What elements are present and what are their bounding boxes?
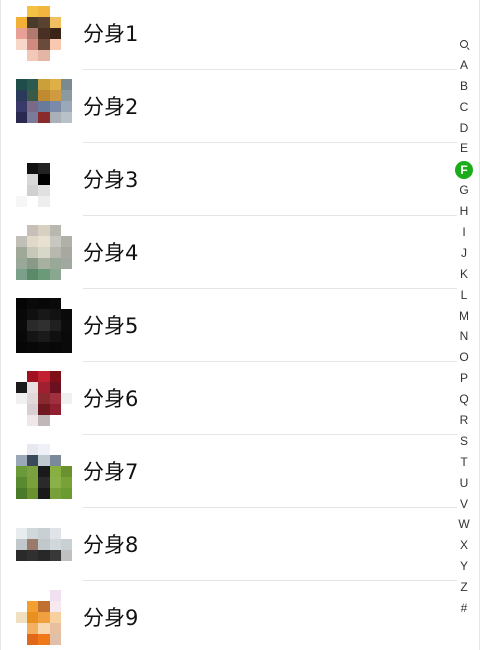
index-letter-u[interactable]: U xyxy=(453,473,475,494)
index-letter-d[interactable]: D xyxy=(453,118,475,139)
index-letter-label: D xyxy=(459,120,469,135)
index-letter-label: T xyxy=(460,454,468,469)
contact-row[interactable]: 分身6 xyxy=(1,362,457,435)
alphabet-index-bar[interactable]: A B C D E F G H I J K L M N O P Q R S T U V W X Y Z # xyxy=(453,34,475,619)
index-letter-label: M xyxy=(459,308,469,323)
index-letter-label: Z xyxy=(460,580,468,595)
contact-name: 分身3 xyxy=(83,167,139,192)
contact-row[interactable]: 分身2 xyxy=(1,70,457,143)
index-letter-label: N xyxy=(459,329,469,344)
avatar xyxy=(16,5,72,62)
index-letter-e[interactable]: E xyxy=(453,138,475,159)
index-letter-w[interactable]: W xyxy=(453,514,475,535)
contact-name: 分身2 xyxy=(83,94,139,119)
index-letter-label: J xyxy=(461,245,467,260)
index-letter-n[interactable]: N xyxy=(453,326,475,347)
avatar xyxy=(16,589,72,646)
contact-list: 分身1 分身2 分身3 分身4 分身5 分身6 分身7 分身8 分身9 xyxy=(1,0,457,650)
contact-row[interactable]: 分身4 xyxy=(1,216,457,289)
contact-row[interactable]: 分身9 xyxy=(1,581,457,650)
avatar xyxy=(16,516,72,573)
contact-row[interactable]: 分身5 xyxy=(1,289,457,362)
avatar xyxy=(16,297,72,354)
index-letter-q[interactable]: Q xyxy=(453,389,475,410)
contact-name: 分身9 xyxy=(83,605,139,630)
index-letter-label: W xyxy=(458,517,470,532)
index-letter-s[interactable]: S xyxy=(453,431,475,452)
index-letter-label: R xyxy=(459,413,469,428)
contact-name: 分身4 xyxy=(83,240,139,265)
contact-name: 分身7 xyxy=(83,459,139,484)
index-letter-t[interactable]: T xyxy=(453,452,475,473)
contact-name: 分身6 xyxy=(83,386,139,411)
index-letter-label: E xyxy=(459,141,468,156)
index-letter-l[interactable]: L xyxy=(453,285,475,306)
contact-row[interactable]: 分身1 xyxy=(1,0,457,70)
index-letter-label: K xyxy=(459,266,468,281)
index-letter-label: P xyxy=(459,371,468,386)
index-letter-hash[interactable]: # xyxy=(453,598,475,619)
index-search-icon[interactable] xyxy=(453,34,475,55)
index-letter-k[interactable]: K xyxy=(453,264,475,285)
index-letter-label: C xyxy=(459,99,469,114)
index-letter-label: X xyxy=(459,538,468,553)
index-letter-label: V xyxy=(459,496,468,511)
index-letter-label: # xyxy=(460,601,468,616)
search-icon xyxy=(459,40,469,49)
contact-name: 分身1 xyxy=(83,21,139,46)
index-letter-label: S xyxy=(459,433,468,448)
contact-row[interactable]: 分身8 xyxy=(1,508,457,581)
index-letter-label: G xyxy=(459,183,469,198)
contact-row[interactable]: 分身3 xyxy=(1,143,457,216)
index-letter-label: I xyxy=(462,225,466,240)
index-letter-m[interactable]: M xyxy=(453,306,475,327)
index-letter-y[interactable]: Y xyxy=(453,556,475,577)
index-letter-label: Q xyxy=(459,392,469,407)
index-letter-r[interactable]: R xyxy=(453,410,475,431)
avatar xyxy=(16,443,72,500)
index-letter-f[interactable]: F xyxy=(453,159,475,180)
index-letter-label: B xyxy=(459,78,468,93)
index-letter-z[interactable]: Z xyxy=(453,577,475,598)
index-letter-j[interactable]: J xyxy=(453,243,475,264)
index-letter-label: A xyxy=(459,57,468,72)
index-letter-label: Y xyxy=(459,559,468,574)
avatar xyxy=(16,78,72,135)
index-letter-p[interactable]: P xyxy=(453,368,475,389)
contact-name: 分身5 xyxy=(83,313,139,338)
index-letter-h[interactable]: H xyxy=(453,201,475,222)
contact-name: 分身8 xyxy=(83,532,139,557)
index-letter-label: U xyxy=(459,475,469,490)
index-letter-c[interactable]: C xyxy=(453,97,475,118)
avatar xyxy=(16,224,72,281)
contacts-screen: 分身1 分身2 分身3 分身4 分身5 分身6 分身7 分身8 分身9 ABCDEFGHIJKL… xyxy=(0,0,480,650)
index-letter-g[interactable]: G xyxy=(453,180,475,201)
index-letter-a[interactable]: A xyxy=(453,55,475,76)
index-letter-label: F xyxy=(455,161,473,180)
avatar xyxy=(16,370,72,427)
index-letter-x[interactable]: X xyxy=(453,535,475,556)
index-letter-i[interactable]: I xyxy=(453,222,475,243)
index-letter-label: L xyxy=(460,287,468,302)
index-letter-v[interactable]: V xyxy=(453,494,475,515)
index-letter-b[interactable]: B xyxy=(453,76,475,97)
index-letter-label: H xyxy=(459,204,469,219)
contact-row[interactable]: 分身7 xyxy=(1,435,457,508)
avatar xyxy=(16,151,72,208)
index-letter-o[interactable]: O xyxy=(453,347,475,368)
index-letter-label: O xyxy=(459,350,469,365)
